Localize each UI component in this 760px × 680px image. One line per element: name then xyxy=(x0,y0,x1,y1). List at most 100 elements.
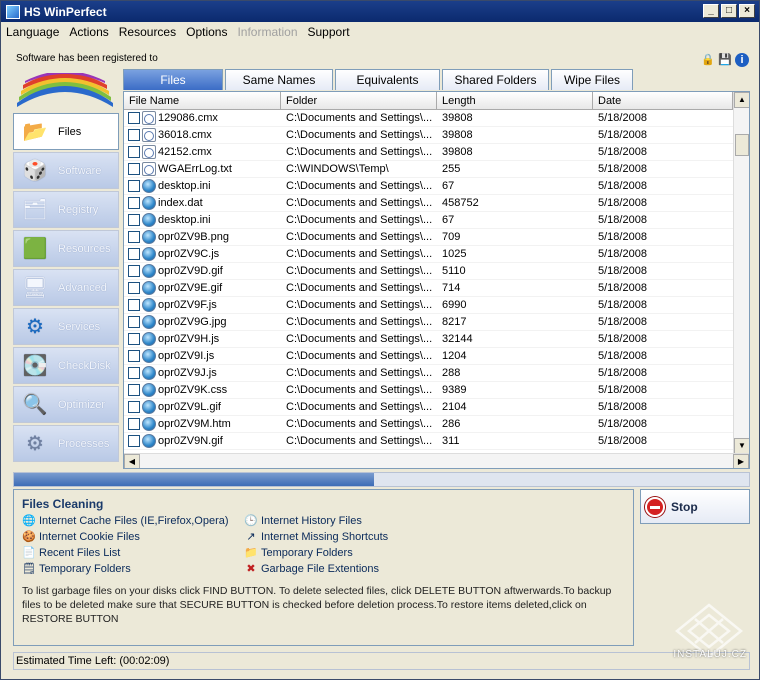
table-row[interactable]: opr0ZV9F.js C:\Documents and Settings\...… xyxy=(124,297,749,314)
row-checkbox[interactable] xyxy=(128,401,140,413)
vertical-scrollbar[interactable]: ▲ ▼ xyxy=(733,92,749,454)
row-checkbox[interactable] xyxy=(128,214,140,226)
scroll-down-arrow[interactable]: ▼ xyxy=(734,438,749,454)
sidebar-item-processes[interactable]: ⚙ Processes xyxy=(13,425,119,462)
row-checkbox[interactable] xyxy=(128,146,140,158)
sidebar-item-services[interactable]: ⚙ Services xyxy=(13,308,119,345)
table-row[interactable]: index.dat C:\Documents and Settings\... 45… xyxy=(124,195,749,212)
sidebar-item-files[interactable]: 📂 Files xyxy=(13,113,119,150)
file-name-cell: opr0ZV9G.jpg xyxy=(124,314,281,330)
row-checkbox[interactable] xyxy=(128,163,140,175)
date-cell: 5/18/2008 xyxy=(598,214,647,226)
table-row[interactable]: opr0ZV9K.css C:\Documents and Settings\..… xyxy=(124,382,749,399)
table-row[interactable]: desktop.ini C:\Documents and Settings\...… xyxy=(124,178,749,195)
row-checkbox[interactable] xyxy=(128,418,140,430)
menu-resources[interactable]: Resources xyxy=(114,25,181,39)
scroll-up-arrow[interactable]: ▲ xyxy=(734,92,749,108)
file-name: opr0ZV9H.js xyxy=(158,332,220,345)
table-row[interactable]: opr0ZV9G.jpg C:\Documents and Settings\..… xyxy=(124,314,749,331)
maximize-button[interactable]: □ xyxy=(721,4,737,18)
tab-files[interactable]: Files xyxy=(123,69,223,90)
sidebar-item-checkdisk[interactable]: 💽 CheckDisk xyxy=(13,347,119,384)
scroll-left-arrow[interactable]: ◀ xyxy=(124,454,140,468)
row-checkbox[interactable] xyxy=(128,180,140,192)
scroll-thumb[interactable] xyxy=(735,134,749,156)
row-checkbox[interactable] xyxy=(128,248,140,260)
table-row[interactable]: opr0ZV9J.js C:\Documents and Settings\...… xyxy=(124,365,749,382)
cleaning-item-cookie: 🍪 Internet Cookie Files xyxy=(22,530,140,544)
table-row[interactable]: opr0ZV9L.gif C:\Documents and Settings\..… xyxy=(124,399,749,416)
tab-shared-folders[interactable]: Shared Folders xyxy=(442,69,549,90)
row-checkbox[interactable] xyxy=(128,265,140,277)
row-checkbox[interactable] xyxy=(128,435,140,447)
horizontal-scrollbar[interactable]: ◀ ▶ xyxy=(124,453,749,468)
file-name-cell: opr0ZV9L.gif xyxy=(124,399,281,415)
app-window: HS WinPerfect _ □ × Language Actions Res… xyxy=(0,0,760,680)
row-checkbox[interactable] xyxy=(128,350,140,362)
table-row[interactable]: desktop.ini C:\Documents and Settings\...… xyxy=(124,212,749,229)
tab-equivalents[interactable]: Equivalents xyxy=(335,69,440,90)
scroll-right-arrow[interactable]: ▶ xyxy=(733,454,749,468)
save-icon[interactable]: 💾 xyxy=(718,53,732,67)
menu-support[interactable]: Support xyxy=(303,25,355,39)
row-checkbox[interactable] xyxy=(128,112,140,124)
row-checkbox[interactable] xyxy=(128,384,140,396)
table-row[interactable]: opr0ZV9N.gif C:\Documents and Settings\..… xyxy=(124,433,749,450)
row-checkbox[interactable] xyxy=(128,231,140,243)
length-cell: 67 xyxy=(442,180,455,192)
registration-text: Software has been registered to xyxy=(16,53,158,64)
folder-cell: C:\Documents and Settings\... xyxy=(286,231,433,243)
sidebar-item-registry[interactable]: 🗂 Registry xyxy=(13,191,119,228)
cleaning-item-temp-folders: 📁 Temporary Folders xyxy=(244,546,353,560)
column-length[interactable]: Length xyxy=(437,92,593,109)
registry-icon: 🗂 xyxy=(22,199,48,221)
row-checkbox[interactable] xyxy=(128,129,140,141)
table-row[interactable]: opr0ZV9C.js C:\Documents and Settings\...… xyxy=(124,246,749,263)
row-checkbox[interactable] xyxy=(128,282,140,294)
file-name: opr0ZV9F.js xyxy=(158,298,217,311)
row-checkbox[interactable] xyxy=(128,299,140,311)
stop-icon xyxy=(645,496,665,517)
tab-wipe-files[interactable]: Wipe Files xyxy=(551,69,633,90)
table-row[interactable]: 129086.cmx C:\Documents and Settings\... 3… xyxy=(124,110,749,127)
table-row[interactable]: WGAErrLog.txt C:\WINDOWS\Temp\ 255 5/18/200… xyxy=(124,161,749,178)
close-button[interactable]: × xyxy=(739,4,755,18)
row-checkbox[interactable] xyxy=(128,333,140,345)
sidebar-item-advanced[interactable]: 🖥 Advanced xyxy=(13,269,119,306)
date-cell: 5/18/2008 xyxy=(598,418,647,430)
info-icon[interactable]: i xyxy=(735,53,749,67)
column-date[interactable]: Date xyxy=(593,92,733,109)
file-name: 36018.cmx xyxy=(158,128,212,141)
column-file-name[interactable]: File Name xyxy=(124,92,281,109)
document-icon xyxy=(142,145,156,159)
table-row[interactable]: 36018.cmx C:\Documents and Settings\... 39… xyxy=(124,127,749,144)
column-folder[interactable]: Folder xyxy=(281,92,437,109)
menu-actions[interactable]: Actions xyxy=(64,25,113,39)
tab-same-names[interactable]: Same Names xyxy=(225,69,333,90)
minimize-button[interactable]: _ xyxy=(703,4,719,18)
magnifier-icon: 🔍 xyxy=(22,394,48,416)
row-checkbox[interactable] xyxy=(128,367,140,379)
table-row[interactable]: opr0ZV9D.gif C:\Documents and Settings\..… xyxy=(124,263,749,280)
globe-icon xyxy=(142,417,156,431)
table-row[interactable]: opr0ZV9B.png C:\Documents and Settings\..… xyxy=(124,229,749,246)
table-row[interactable]: opr0ZV9M.htm C:\Documents and Settings\..… xyxy=(124,416,749,433)
menu-language[interactable]: Language xyxy=(1,25,64,39)
sidebar-item-software[interactable]: 🎲 Software xyxy=(13,152,119,189)
file-name: opr0ZV9B.png xyxy=(158,230,229,243)
lock-icon[interactable]: 🔒 xyxy=(701,53,715,67)
file-name-cell: 36018.cmx xyxy=(124,127,281,143)
date-cell: 5/18/2008 xyxy=(598,350,647,362)
sidebar-item-optimizer[interactable]: 🔍 Optimizer xyxy=(13,386,119,423)
table-row[interactable]: opr0ZV9H.js C:\Documents and Settings\...… xyxy=(124,331,749,348)
menu-options[interactable]: Options xyxy=(181,25,232,39)
table-row[interactable]: 42152.cmx C:\Documents and Settings\... 39… xyxy=(124,144,749,161)
sidebar-item-resources[interactable]: 🟩 Resources xyxy=(13,230,119,267)
globe-icon xyxy=(142,298,156,312)
row-checkbox[interactable] xyxy=(128,316,140,328)
row-checkbox[interactable] xyxy=(128,197,140,209)
stop-button[interactable]: Stop xyxy=(640,489,750,524)
table-row[interactable]: opr0ZV9E.gif C:\Documents and Settings\..… xyxy=(124,280,749,297)
globe-icon xyxy=(142,247,156,261)
table-row[interactable]: opr0ZV9I.js C:\Documents and Settings\...… xyxy=(124,348,749,365)
